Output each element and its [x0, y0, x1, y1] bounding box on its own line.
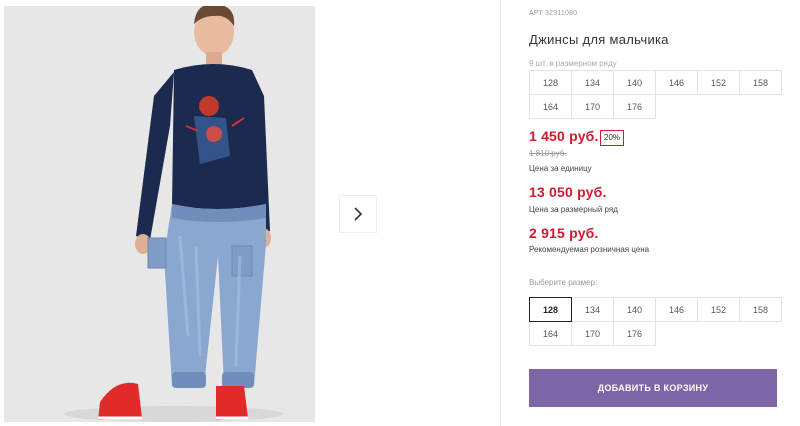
size-option[interactable]: 134: [571, 297, 614, 322]
size-option-selected[interactable]: 128: [529, 297, 572, 322]
range-size-cell: 140: [613, 70, 656, 95]
size-selector: 128 134 140 146 152 158 164 170 176: [529, 297, 782, 346]
size-option[interactable]: 170: [571, 321, 614, 346]
retail-price-label: Рекомендуемая розничная цена: [529, 245, 650, 254]
old-price: 1 810 руб.: [529, 149, 567, 158]
range-size-cell: 158: [739, 70, 782, 95]
product-gallery: [0, 0, 500, 426]
choose-size-label: Выберите размер:: [529, 278, 598, 287]
range-price: 13 050 руб.: [529, 184, 607, 200]
range-count-note: 9 шт. в размерном ряду: [529, 59, 617, 68]
discount-badge: 20%: [600, 130, 625, 146]
range-size-cell: 170: [571, 94, 614, 119]
size-option[interactable]: 164: [529, 321, 572, 346]
range-size-cell: 128: [529, 70, 572, 95]
panel-divider: [500, 0, 501, 426]
product-title: Джинсы для мальчика: [529, 32, 669, 47]
product-photo-illustration: [4, 6, 315, 422]
retail-price: 2 915 руб.: [529, 225, 599, 241]
unit-price-label: Цена за единицу: [529, 164, 592, 173]
size-option[interactable]: 140: [613, 297, 656, 322]
size-option[interactable]: 152: [697, 297, 740, 322]
next-image-button[interactable]: [339, 195, 377, 233]
product-photo[interactable]: [4, 6, 315, 422]
range-size-cell: 134: [571, 70, 614, 95]
article-number: АРТ 32311080: [529, 10, 578, 17]
size-option[interactable]: 146: [655, 297, 698, 322]
unit-price: 1 450 руб.: [529, 128, 599, 144]
size-range-grid: 128 134 140 146 152 158 164 170 176: [529, 70, 782, 119]
range-size-cell: 152: [697, 70, 740, 95]
range-size-cell: 164: [529, 94, 572, 119]
size-option[interactable]: 176: [613, 321, 656, 346]
chevron-right-icon: [354, 207, 363, 221]
range-size-cell: 146: [655, 70, 698, 95]
range-size-cell: 176: [613, 94, 656, 119]
add-to-cart-button[interactable]: ДОБАВИТЬ В КОРЗИНУ: [529, 369, 777, 407]
range-price-label: Цена за размерный ряд: [529, 205, 618, 214]
size-option[interactable]: 158: [739, 297, 782, 322]
